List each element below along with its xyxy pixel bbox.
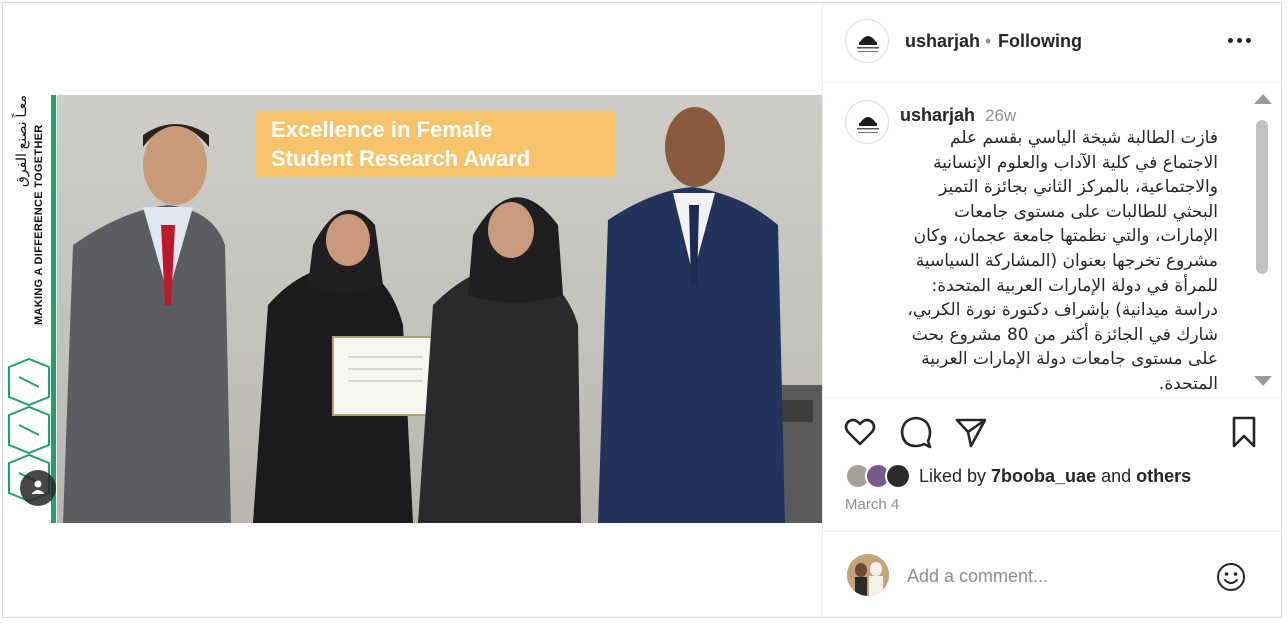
caption-timestamp[interactable]: 26w xyxy=(985,106,1016,126)
header-separator: • xyxy=(985,31,992,51)
liked-by-conj: and xyxy=(1096,466,1137,486)
caption-area[interactable]: usharjah 26w فازت الطالبة شيخة الياسي بق… xyxy=(823,84,1282,398)
comment-input[interactable] xyxy=(907,562,1207,590)
current-user-avatar[interactable] xyxy=(847,554,889,596)
caption-scrollbar[interactable] xyxy=(1251,92,1273,392)
liker-avatar[interactable] xyxy=(885,463,911,489)
banner-text-ar: معـاً نصنع الفرق xyxy=(13,95,29,187)
banner-green-line xyxy=(51,95,56,523)
liked-by-user[interactable]: 7booba_uae xyxy=(991,466,1096,486)
post-date[interactable]: March 4 xyxy=(845,496,899,513)
share-icon[interactable] xyxy=(954,415,988,449)
post-media[interactable]: Excellence in Female Student Research Aw… xyxy=(3,3,822,617)
action-bar xyxy=(823,415,1282,455)
banner-text-en: MAKING A DIFFERENCE TOGETHER xyxy=(33,124,45,326)
scroll-thumb[interactable] xyxy=(1256,120,1268,274)
caption-text: فازت الطالبة شيخة الياسي بقسم علم الاجتم… xyxy=(907,128,1218,394)
tagged-users-button[interactable] xyxy=(20,470,56,506)
liked-by-text: Liked by 7booba_uae and others xyxy=(919,466,1191,487)
university-logo-icon xyxy=(857,117,879,133)
caption-username[interactable]: usharjah xyxy=(900,105,975,126)
dot xyxy=(1237,38,1242,43)
more-horizontal-icon[interactable] xyxy=(1228,35,1254,47)
likes-row: Liked by 7booba_uae and others xyxy=(823,461,1282,489)
following-button[interactable]: Following xyxy=(998,31,1082,52)
side-banner: MAKING A DIFFERENCE TOGETHER معـاً نصنع … xyxy=(3,95,57,523)
liked-by-prefix: Liked by xyxy=(919,466,992,486)
emoji-icon[interactable] xyxy=(1216,562,1246,592)
profile-avatar[interactable] xyxy=(845,19,889,63)
heart-icon[interactable] xyxy=(843,415,877,449)
post-photo[interactable]: Excellence in Female Student Research Aw… xyxy=(3,95,822,523)
comment-bar xyxy=(823,531,1282,617)
avatar-image xyxy=(847,554,889,596)
bookmark-icon[interactable] xyxy=(1227,415,1261,449)
dot xyxy=(1246,38,1251,43)
liked-by-others[interactable]: others xyxy=(1136,466,1191,486)
university-logo-icon xyxy=(857,36,879,52)
photo-people xyxy=(63,107,822,523)
user-icon xyxy=(31,480,45,494)
caption-avatar[interactable] xyxy=(845,100,889,144)
header-username[interactable]: usharjah xyxy=(905,31,980,52)
scroll-down-arrow-icon[interactable] xyxy=(1254,376,1272,386)
dot xyxy=(1228,38,1233,43)
post-sidebar: usharjah • Following usharjah 26w فازت ا… xyxy=(822,3,1282,617)
comment-icon[interactable] xyxy=(899,415,933,449)
scroll-up-arrow-icon[interactable] xyxy=(1254,94,1272,104)
post-header: usharjah • Following xyxy=(823,3,1282,83)
